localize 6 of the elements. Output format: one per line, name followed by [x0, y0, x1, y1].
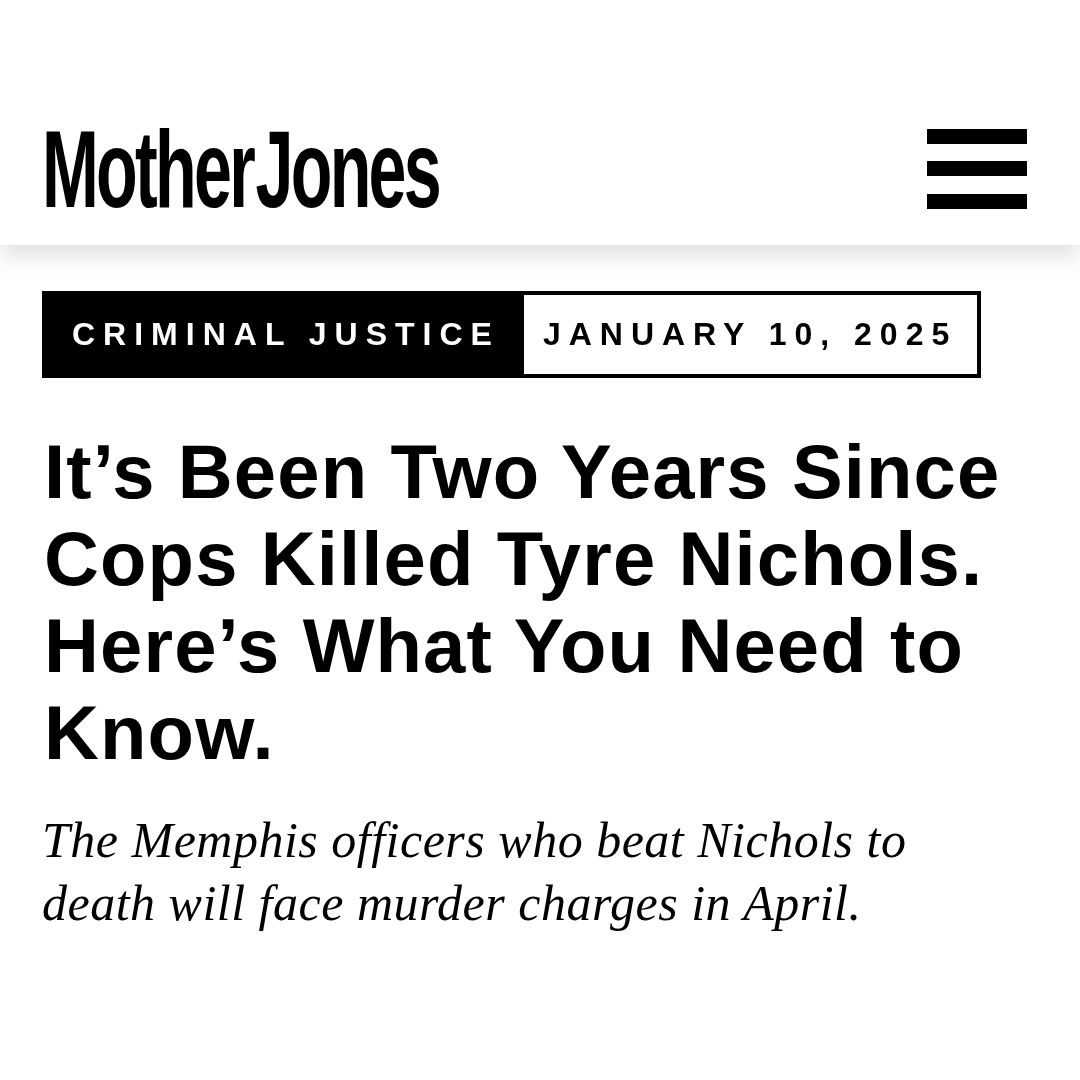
date-label: JANUARY 10, 2025: [519, 291, 982, 378]
menu-icon[interactable]: [927, 128, 1027, 209]
headline: It’s Been Two Years Since Cops Killed Tyre Nichols. Here’s What You Need to Know.: [44, 428, 1002, 776]
logo[interactable]: Mother Jones: [42, 124, 439, 213]
section-label[interactable]: CRIMINAL JUSTICE: [42, 291, 520, 378]
subheadline: The Memphis officers who beat Nichols to death will face murder charges in April.: [42, 811, 908, 933]
